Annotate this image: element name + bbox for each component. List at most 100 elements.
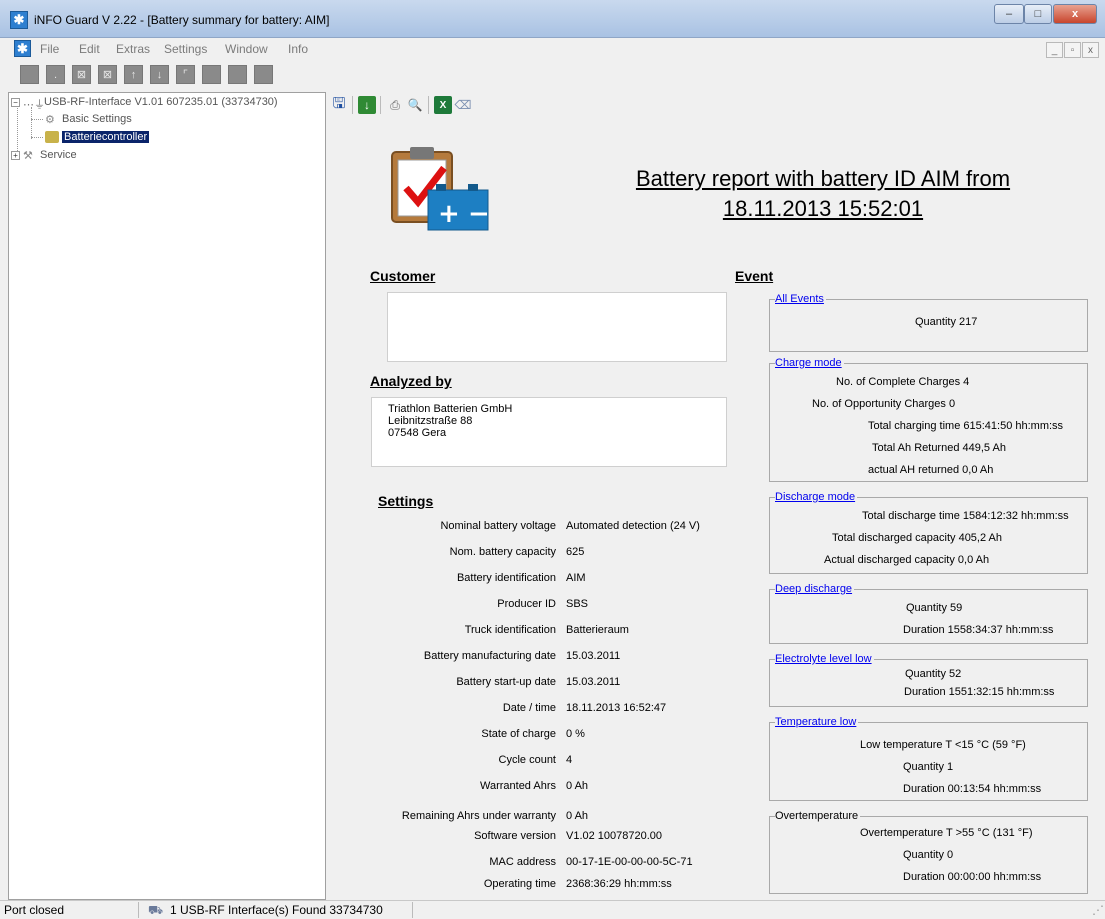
resize-grip-icon[interactable]: ⋰ [1092, 903, 1104, 917]
mdi-close-button[interactable]: x [1082, 42, 1099, 58]
app-icon: ✱ [10, 11, 28, 29]
setting-label: Operating time [483, 878, 556, 890]
usb-interface-icon: ⋯⏚ [23, 99, 45, 111]
toolbar-button-7[interactable]: ⌜ [176, 65, 195, 84]
device-status: 1 USB-RF Interface(s) Found 33734730 [170, 903, 383, 917]
setting-value: 18.11.2013 16:52:47 [566, 702, 667, 714]
analyzed-by-line: Leibnitzstraße 88 [388, 415, 473, 427]
setting-value: 00-17-1E-00-00-00-5C-71 [566, 856, 693, 868]
maximize-button[interactable]: □ [1024, 4, 1052, 24]
event-group-charge-mode: Charge mode No. of Complete Charges 4 No… [769, 357, 1088, 482]
setting-label: MAC address [489, 856, 556, 868]
event-row: Quantity 52 [905, 668, 962, 680]
toolbar-button-9[interactable] [228, 65, 247, 84]
setting-value: 2368:36:29 hh:mm:ss [566, 878, 672, 890]
settings-heading: Settings [378, 493, 434, 509]
save-icon[interactable]: 🖫 [330, 95, 348, 114]
setting-value: 0 % [566, 728, 585, 740]
analyzed-by-line: Triathlon Batterien GmbH [388, 403, 513, 415]
setting-value: V1.02 10078720.00 [566, 830, 663, 842]
event-group-title[interactable]: All Events [775, 293, 826, 305]
eraser-icon[interactable]: ⌫ [454, 96, 472, 114]
print-preview-icon[interactable]: 🔍 [406, 96, 424, 114]
main-toolbar: . ⊠ ⊠ ↑ ↓ ⌜ [0, 62, 1105, 90]
menu-settings[interactable]: Settings [164, 42, 207, 56]
event-row: Actual discharged capacity 0,0 Ah [824, 554, 990, 566]
event-group-title[interactable]: Deep discharge [775, 583, 855, 595]
event-group-title: Overtemperature [775, 810, 861, 822]
event-row: Overtemperature T >55 °C (131 °F) [860, 827, 1033, 839]
event-row: Total charging time 615:41:50 hh:mm:ss [868, 420, 1064, 432]
toolbar-button-3[interactable]: ⊠ [72, 65, 91, 84]
download-icon[interactable]: ↓ [150, 65, 169, 84]
toolbar-button-10[interactable] [254, 65, 273, 84]
setting-value: Automated detection (24 V) [566, 520, 700, 532]
tree-item-batteriecontroller[interactable]: Batteriecontroller [45, 131, 150, 143]
report-title: Battery report with battery ID AIM from … [635, 166, 1011, 221]
analyzed-by-line: 07548 Gera [388, 427, 447, 439]
setting-label: State of charge [481, 728, 556, 740]
event-row: Total Ah Returned 449,5 Ah [872, 442, 1006, 454]
battery-summary-panel: 🖫 ↓ ⎙ 🔍 X ⌫ + − Battery report with batt… [328, 92, 1105, 900]
minimize-button[interactable]: – [994, 4, 1024, 24]
svg-text:+: + [438, 199, 460, 229]
event-group-title[interactable]: Discharge mode [775, 491, 858, 503]
setting-label: Cycle count [498, 754, 556, 766]
mdi-restore-button[interactable]: ▫ [1064, 42, 1081, 58]
toolbar-button-4[interactable]: ⊠ [98, 65, 117, 84]
toolbar-button-8[interactable] [202, 65, 221, 84]
title-bar: ✱ iNFO Guard V 2.22 - [Battery summary f… [0, 0, 1105, 38]
print-icon[interactable]: ⎙ [386, 96, 404, 114]
wrench-icon: ⚒ [23, 150, 33, 162]
toolbar-button-2[interactable]: . [46, 65, 65, 84]
tree-item-basic-settings[interactable]: ⚙ Basic Settings [45, 113, 132, 126]
tree-item-label: Batteriecontroller [62, 131, 150, 143]
settings-labels: Nominal battery voltage Nom. battery cap… [368, 520, 556, 900]
upload-icon[interactable]: ↑ [124, 65, 143, 84]
mdi-minimize-button[interactable]: _ [1046, 42, 1063, 58]
setting-label: Producer ID [497, 598, 556, 610]
event-row: Quantity 59 [906, 602, 963, 614]
battery-report-logo: + − [388, 144, 492, 240]
analyzed-by-textbox[interactable]: Triathlon Batterien GmbH Leibnitzstraße … [371, 397, 727, 467]
mdi-app-icon[interactable]: ✱ [14, 40, 31, 57]
expand-icon[interactable]: + [11, 150, 20, 160]
event-row: Duration 00:13:54 hh:mm:ss [903, 783, 1042, 795]
setting-label: Nominal battery voltage [440, 520, 556, 532]
customer-heading: Customer [370, 268, 436, 284]
event-row: actual AH returned 0,0 Ah [868, 464, 994, 476]
event-group-discharge-mode: Discharge mode Total discharge time 1584… [769, 491, 1088, 574]
menu-window[interactable]: Window [225, 42, 268, 56]
analyzed-by-heading: Analyzed by [370, 373, 452, 389]
device-tree[interactable]: − ⋯⏚ USB-RF-Interface V1.01 607235.01 (3… [8, 92, 326, 900]
event-group-deep-discharge: Deep discharge Quantity 59 Duration 1558… [769, 583, 1088, 644]
event-group-overtemperature: Overtemperature Overtemperature T >55 °C… [769, 810, 1088, 894]
menu-info[interactable]: Info [288, 42, 308, 56]
tree-root[interactable]: − ⋯⏚ USB-RF-Interface V1.01 607235.01 (3… [11, 96, 278, 111]
customer-textbox[interactable] [387, 292, 727, 362]
event-group-title[interactable]: Electrolyte level low [775, 653, 874, 665]
menu-file[interactable]: File [40, 42, 59, 56]
window-title: iNFO Guard V 2.22 - [Battery summary for… [34, 13, 330, 27]
event-group-title[interactable]: Temperature low [775, 716, 859, 728]
tree-root-label: USB-RF-Interface V1.01 607235.01 (337347… [44, 96, 278, 108]
setting-value: 15.03.2011 [566, 676, 621, 688]
tree-item-service[interactable]: + ⚒ Service [11, 149, 77, 162]
download-icon[interactable]: ↓ [358, 96, 376, 114]
close-button[interactable]: x [1053, 4, 1097, 24]
toolbar-button-1[interactable] [20, 65, 39, 84]
event-row: Total discharge time 1584:12:32 hh:mm:ss [862, 510, 1069, 522]
menu-edit[interactable]: Edit [79, 42, 100, 56]
svg-text:−: − [468, 199, 490, 229]
battery-controller-icon [45, 131, 59, 143]
menu-extras[interactable]: Extras [116, 42, 150, 56]
event-group-title[interactable]: Charge mode [775, 357, 844, 369]
setting-value: 15.03.2011 [566, 650, 621, 662]
setting-label: Remaining Ahrs under warranty [401, 810, 556, 822]
excel-export-icon[interactable]: X [434, 96, 452, 114]
event-row: Duration 1558:34:37 hh:mm:ss [903, 624, 1054, 636]
event-row: Quantity 0 [903, 849, 954, 861]
collapse-icon[interactable]: − [11, 97, 20, 107]
setting-label: Battery start-up date [456, 676, 556, 688]
event-group-temperature-low: Temperature low Low temperature T <15 °C… [769, 716, 1088, 801]
